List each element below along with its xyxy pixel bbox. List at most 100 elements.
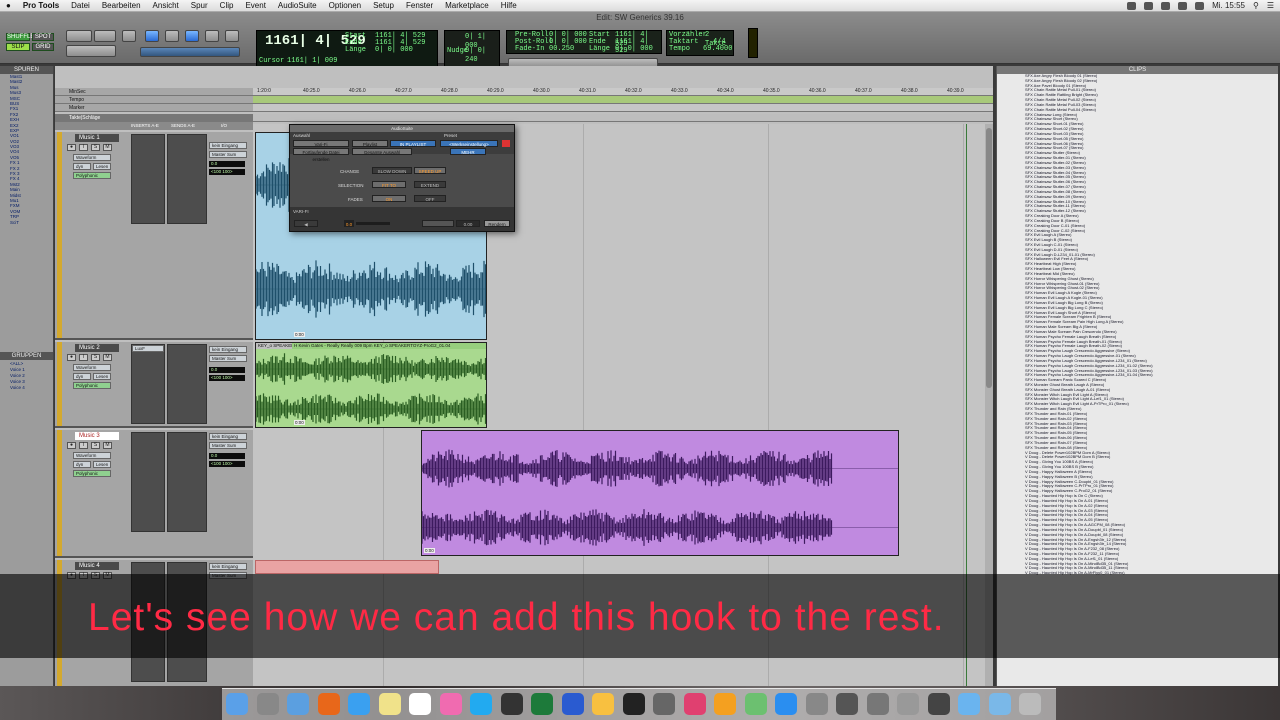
protools-icon[interactable] [500,693,523,715]
settings-icon[interactable] [805,693,828,715]
zoom-out-button[interactable] [94,30,116,42]
preset-select[interactable]: <Werkseinstellung> [440,140,498,147]
slow-down-option[interactable]: SLOW DOWN [372,167,412,174]
output-select[interactable]: Master Sum [209,151,247,158]
extend-option[interactable]: EXTEND [414,181,446,188]
sends-slots[interactable] [167,134,207,224]
input-monitor-button[interactable]: I [79,442,88,449]
record-button[interactable]: ● [67,354,76,361]
render-button[interactable]: Rendern [484,220,510,227]
launchpad-icon[interactable] [256,693,279,715]
zoom-in-button[interactable] [66,30,92,42]
menu-fenster[interactable]: Fenster [400,1,439,10]
bluetooth-icon[interactable] [1144,1,1154,10]
tracklist-item[interactable]: SciT [0,220,53,225]
ruler-marker-label[interactable]: Marker [55,104,253,112]
main-counter[interactable]: 1161| 4| 529 Start Ende Länge 1161| 4| 5… [256,30,438,70]
playlist-select[interactable]: dyn [73,163,91,170]
menu-datei[interactable]: Datei [65,1,96,10]
search-icon[interactable]: ⚲ [1253,1,1259,10]
close-icon[interactable] [502,140,510,147]
input-select[interactable]: kein Eingang [209,142,247,149]
quicktime-icon[interactable] [927,693,950,715]
volume-readout[interactable]: 0.0 [209,367,245,373]
waveform-select[interactable]: Waveform [73,452,111,459]
inserts-slots[interactable] [131,432,165,532]
pencil-tool-icon[interactable] [225,30,239,42]
input-monitor-button[interactable]: I [79,144,88,151]
grid-nudge-display[interactable]: 0| 1| 000 Nudge 0| 0| 240 [444,30,500,70]
input-select[interactable]: kein Eingang [209,346,247,353]
skype-icon[interactable] [470,693,492,715]
downloads-icon[interactable] [958,693,980,715]
menubar-clock[interactable]: Mi. 15:55 [1212,1,1245,10]
finder-icon[interactable] [226,693,248,715]
clips-list-header[interactable]: CLIPS [997,66,1278,74]
calendar-icon[interactable] [409,693,431,715]
timebase-select[interactable]: Polyphonic [73,172,111,179]
logic-icon[interactable] [836,693,858,715]
menu-audiosuite[interactable]: AudioSuite [272,1,323,10]
record-button[interactable]: ● [67,442,76,449]
documents-icon[interactable] [988,693,1011,715]
tempo-value[interactable]: 69.4000 [703,45,732,54]
track-name[interactable]: Music 3 [75,432,119,440]
length2-value[interactable]: 0| 0| 000 [615,45,653,54]
fades-off-option[interactable]: OFF [414,195,446,202]
groups-header[interactable]: GRUPPEN [0,352,53,360]
grid-mode-button[interactable]: GRID [32,43,54,51]
file-mode-select[interactable]: Fortlaufende Datei erstellen [293,148,349,162]
firefox-icon[interactable] [317,693,340,715]
ruler-minsec-label[interactable]: MinSec [55,88,253,96]
tracks-list-header[interactable]: SPUREN [0,66,53,74]
menu-hilfe[interactable]: Hilfe [495,1,523,10]
inserts-slots[interactable] [131,344,165,424]
solo-button[interactable]: S [91,354,100,361]
shuffle-mode-button[interactable]: SHUFFLE [6,33,34,41]
ruler-bars[interactable] [253,114,993,122]
fit-to-option[interactable]: FIT TO [372,181,406,188]
menu-optionen[interactable]: Optionen [323,1,367,10]
video-icon[interactable] [653,693,675,715]
apple-icon[interactable]: ● [0,1,17,10]
timebase-select[interactable]: Polyphonic [73,382,111,389]
timebase-select[interactable]: Polyphonic [73,470,111,477]
slip-mode-button[interactable]: SLIP [6,43,30,51]
volume-readout[interactable]: 0.0 [209,161,245,167]
pan-readout[interactable]: <100 100> [209,375,245,381]
maps-icon[interactable] [744,693,767,715]
mute-button[interactable]: M [103,354,112,361]
trash-icon[interactable] [1019,693,1041,715]
nudge-value[interactable]: 0| 0| 240 [465,47,499,65]
ruler-tempo[interactable] [253,96,993,104]
books-icon[interactable] [714,693,736,715]
scripts-icon[interactable] [866,693,889,715]
group-item[interactable]: Voice 4 [0,385,53,391]
zoomer-tool-icon[interactable] [122,30,136,42]
itunes-icon[interactable] [439,693,462,715]
handle-value[interactable]: 0.00 [456,220,480,227]
music-icon[interactable] [683,693,706,715]
fades-on-option[interactable]: ON [372,195,406,202]
wifi-icon[interactable] [1161,1,1171,10]
track-header-music-2[interactable]: Music 2 ● I S M Waveform dyn Lesen Polyp… [55,342,253,428]
audio-clip-music-4[interactable] [255,560,439,574]
audio-clip-music-3[interactable]: H Yo Gotti feat. Blac Youngsta - Wait Fo… [421,430,899,556]
mute-button[interactable]: M [103,442,112,449]
input-select[interactable]: kein Eingang [209,563,247,570]
audio-clip-music-2[interactable]: KEY_o SPEAKER H Kevin Gates - Really Rea… [255,342,487,428]
menu-bearbeiten[interactable]: Bearbeiten [96,1,147,10]
output-select[interactable]: Master Sum [209,442,247,449]
sends-slots[interactable] [167,432,207,532]
selector-tool-icon[interactable] [165,30,179,42]
appstore-icon[interactable] [775,693,797,715]
word-icon[interactable] [561,693,584,715]
track-name[interactable]: Music 2 [75,344,119,352]
plugin-titlebar[interactable]: AudioSuite [290,125,514,132]
whole-selection-select[interactable]: Gesamte Auswahl [352,148,412,155]
playlist-select[interactable]: dyn [73,373,91,380]
track-header-music-1[interactable]: Music 1 ● I S M Waveform dyn Lesen Polyp… [55,132,253,340]
dropbox-icon[interactable] [1127,1,1137,10]
menu-event[interactable]: Event [239,1,271,10]
spot-mode-button[interactable]: SPOT [32,33,54,41]
